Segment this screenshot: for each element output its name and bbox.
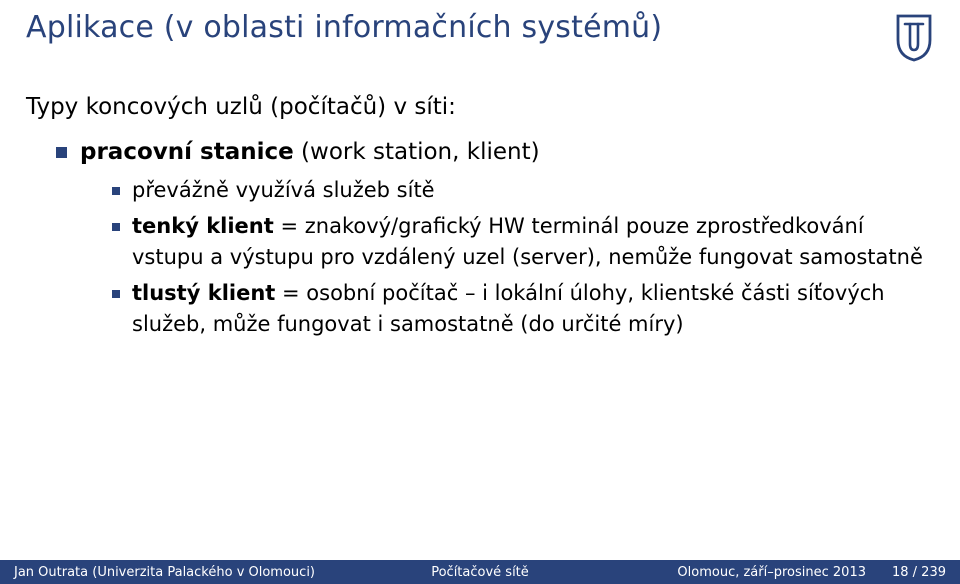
bullet-rest: (work station, klient) — [294, 139, 540, 165]
sub-bullet-text: převážně využívá služeb sítě — [132, 178, 435, 202]
slide-body: Typy koncových uzlů (počítačů) v síti: p… — [26, 76, 934, 349]
sub-bullet-lead: tenký klient — [132, 214, 274, 238]
subtitle: Typy koncových uzlů (počítačů) v síti: — [26, 90, 934, 125]
bullet-workstation: pracovní stanice (work station, klient) … — [56, 135, 934, 341]
footer-bar: Jan Outrata (Univerzita Palackého v Olom… — [0, 560, 960, 584]
bullet-lead: pracovní stanice — [80, 139, 294, 165]
footer-page: 18 / 239 — [892, 565, 946, 580]
university-logo — [894, 14, 934, 62]
sub-bullet-uses-services: převážně využívá služeb sítě — [112, 175, 934, 207]
slide-title: Aplikace (v oblasti informačních systémů… — [26, 10, 870, 45]
footer-date: Olomouc, září–prosinec 2013 — [677, 565, 866, 580]
sub-bullet-lead: tlustý klient — [132, 281, 275, 305]
sub-bullet-thin-client: tenký klient = znakový/grafický HW termi… — [112, 211, 934, 274]
footer-author: Jan Outrata (Univerzita Palackého v Olom… — [14, 565, 315, 580]
slide: { "title": "Aplikace (v oblasti informač… — [0, 0, 960, 584]
sub-bullet-thick-client: tlustý klient = osobní počítač – i lokál… — [112, 278, 934, 341]
